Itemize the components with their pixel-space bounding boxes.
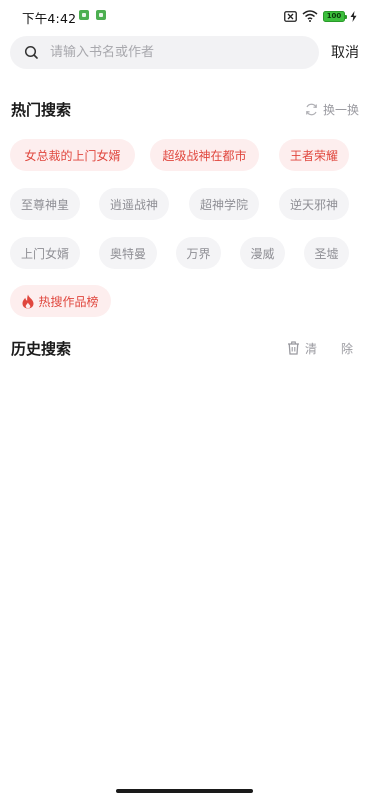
app-notification-icon: [96, 10, 106, 20]
search-icon: [24, 45, 38, 59]
battery-level: 100: [326, 11, 342, 20]
search-tag[interactable]: 至尊神皇: [10, 188, 80, 220]
wifi-icon: [302, 10, 318, 22]
hot-board-button[interactable]: 热搜作品榜: [10, 285, 111, 317]
history-title: 历史搜索: [11, 340, 72, 358]
refresh-button[interactable]: 换一换: [305, 100, 359, 118]
search-tag[interactable]: 上门女婿: [10, 237, 80, 269]
refresh-icon: [306, 103, 317, 115]
flame-icon: [22, 294, 34, 308]
status-icons: 100: [284, 9, 357, 23]
status-time: 下午4:42: [22, 11, 77, 26]
home-indicator[interactable]: [116, 789, 253, 793]
search-tag[interactable]: 超神学院: [189, 188, 259, 220]
hot-tag[interactable]: 女总裁的上门女婿: [10, 139, 135, 171]
search-bar: [10, 36, 319, 69]
battery-icon: 100: [323, 10, 347, 22]
search-tag[interactable]: 逆天邪神: [279, 188, 349, 220]
search-tag[interactable]: 漫威: [240, 237, 285, 269]
hot-tag[interactable]: 王者荣耀: [279, 139, 349, 171]
hot-tag[interactable]: 超级战神在都市: [150, 139, 259, 171]
search-tag[interactable]: 万界: [176, 237, 221, 269]
search-tag[interactable]: 圣墟: [304, 237, 349, 269]
refresh-label: 换一换: [322, 102, 359, 117]
status-bar: 下午4:42 100: [0, 0, 369, 32]
app-notification-icon: [79, 10, 89, 20]
trash-icon: [287, 341, 299, 355]
hot-search-title: 热门搜索: [11, 101, 72, 119]
search-tag[interactable]: 奥特曼: [99, 237, 157, 269]
search-tag[interactable]: 逍遥战神: [99, 188, 169, 220]
hot-board-label: 热搜作品榜: [38, 294, 99, 309]
charging-icon: [350, 10, 357, 22]
sim-off-icon: [284, 10, 297, 22]
clear-history-button[interactable]: 清 除: [287, 339, 359, 357]
cancel-button[interactable]: 取消: [331, 42, 359, 62]
search-input[interactable]: [50, 36, 310, 69]
clear-history-label: 清 除: [304, 341, 359, 356]
